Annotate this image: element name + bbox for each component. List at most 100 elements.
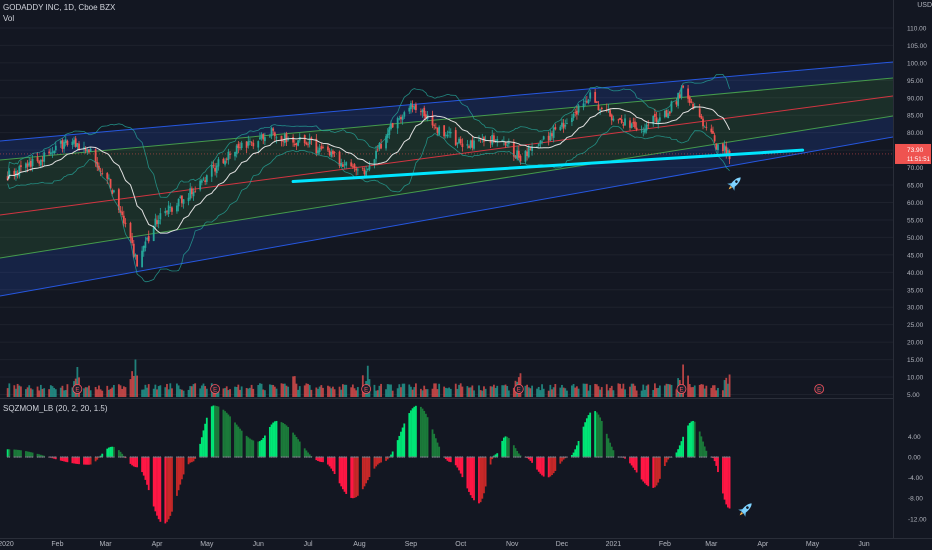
volume-bar (438, 383, 441, 397)
volume-bar (484, 388, 487, 397)
squeeze-dot (260, 456, 263, 458)
momentum-bar (287, 426, 290, 457)
momentum-bar (282, 422, 285, 457)
volume-bar (612, 390, 615, 397)
squeeze-dot (466, 456, 469, 458)
momentum-bar (552, 457, 555, 474)
candle-body (585, 101, 588, 103)
volume-bar (247, 388, 250, 397)
momentum-bar (366, 457, 369, 481)
squeeze-dot (715, 456, 718, 458)
momentum-bar (400, 431, 402, 457)
volume-bar (38, 390, 41, 397)
volume-bar (179, 389, 182, 397)
momentum-bar (167, 457, 170, 520)
candle-body (725, 146, 728, 154)
candle-body (107, 177, 110, 179)
volume-bar (355, 390, 358, 397)
squeeze-dot (182, 456, 185, 458)
candle-body (262, 133, 265, 140)
candle-body (688, 96, 691, 103)
candle-body (159, 213, 162, 220)
squeeze-dot (76, 456, 79, 458)
squeeze-dot (275, 456, 278, 458)
squeeze-dot (483, 456, 485, 458)
price-tick-label: 60.00 (907, 200, 924, 207)
volume-bar (159, 385, 162, 397)
candle-body (31, 158, 34, 167)
price-tick-label: 55.00 (907, 217, 924, 224)
squeeze-dot (687, 456, 689, 458)
volume-bar (645, 385, 648, 397)
volume-bar (424, 389, 427, 397)
candle-body (136, 254, 139, 267)
candle-body (506, 144, 509, 146)
volume-bar (466, 386, 469, 397)
volume-bar (310, 389, 313, 397)
volume-bar (270, 384, 273, 397)
candle-body (459, 139, 462, 144)
candle-body (202, 178, 205, 180)
squeeze-dot (501, 456, 504, 458)
momentum-bar (554, 457, 557, 471)
momentum-bar (222, 409, 225, 457)
volume-bar (655, 388, 658, 397)
volume-bar (356, 387, 359, 397)
squeeze-dot (142, 456, 145, 458)
candle-body (700, 116, 703, 119)
momentum-bar (612, 450, 615, 457)
momentum-bar (398, 435, 401, 457)
volume-bar (119, 385, 122, 397)
volume-bar (101, 390, 104, 397)
candle-body (645, 124, 648, 131)
momentum-bar (635, 457, 638, 473)
squeeze-dot (642, 456, 645, 458)
volume-bar (328, 386, 331, 397)
candle-body (561, 122, 563, 127)
volume-bar (272, 384, 275, 397)
volume-bar (609, 387, 611, 397)
momentum-bar (225, 412, 228, 457)
stock-chart[interactable]: E E E E E E 110.00 105.00 100.00 95.00 90.00 85.00 8… (0, 0, 932, 550)
candle-body (541, 141, 543, 143)
squeeze-dot (343, 456, 346, 458)
volume-bar (54, 389, 57, 397)
squeeze-dot (577, 456, 580, 458)
volume-bar (640, 390, 643, 397)
squeeze-dot (600, 456, 603, 458)
momentum-bar (594, 411, 597, 457)
volume-bar (171, 388, 173, 397)
squeeze-dot (677, 456, 679, 458)
time-tick-label: May (200, 541, 214, 548)
candle-body (456, 142, 459, 144)
momentum-bar (111, 446, 114, 457)
squeeze-dot (514, 456, 517, 458)
candle-body (272, 128, 275, 131)
volume-bar (20, 386, 22, 397)
momentum-bar (356, 457, 359, 496)
volume-bar (728, 374, 731, 397)
momentum-bar (259, 441, 261, 457)
momentum-bar (687, 425, 689, 457)
squeeze-dot (333, 456, 336, 458)
momentum-bar (438, 446, 441, 457)
squeeze-dot (435, 456, 437, 458)
volume-bar (571, 385, 573, 397)
momentum-bar (353, 457, 356, 498)
candle-body (317, 150, 319, 154)
squeeze-dot (214, 456, 216, 458)
candle-body (361, 168, 364, 170)
volume-bar (388, 384, 391, 397)
squeeze-dot (38, 456, 40, 458)
candle-body (343, 164, 346, 166)
volume-bar (199, 388, 202, 397)
volume-bar (351, 384, 354, 397)
candle-body (400, 117, 402, 120)
squeeze-dot (235, 456, 238, 458)
volume-bar (83, 388, 85, 397)
momentum-bar (680, 441, 683, 457)
momentum-bar (632, 457, 635, 468)
squeeze-dot (390, 456, 392, 458)
volume-bar (200, 385, 203, 397)
candle-body (66, 140, 69, 145)
